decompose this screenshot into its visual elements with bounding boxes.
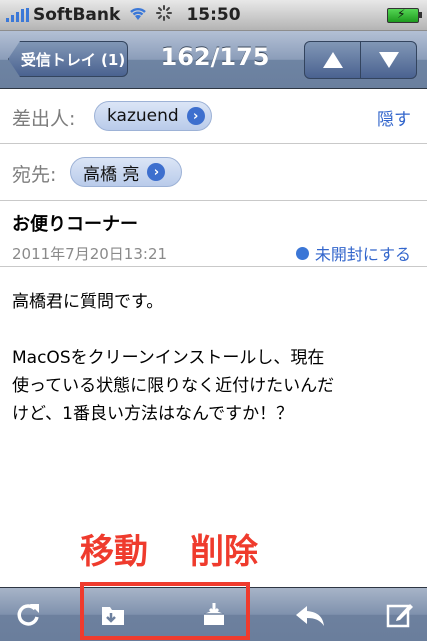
next-message-button[interactable] <box>361 41 417 79</box>
refresh-icon <box>17 604 39 626</box>
compose-button[interactable] <box>382 598 418 632</box>
down-arrow-icon <box>378 52 399 68</box>
wifi-icon <box>128 5 148 26</box>
inbox-back-button[interactable]: 受信トレイ (1) <box>8 41 128 77</box>
recipient-name: 高橋 亮 <box>83 164 140 185</box>
message-body: 高橋君に質問です。 MacOSをクリーンインストールし、現在 使っている状態に限… <box>12 292 335 424</box>
message-position: 162/175 <box>160 43 270 71</box>
from-row: 差出人: kazuend › 隠す <box>0 89 427 144</box>
reply-icon <box>296 606 324 626</box>
activity-spinner-icon <box>156 4 173 26</box>
signal-icon <box>6 8 29 22</box>
reply-button[interactable] <box>292 598 328 632</box>
compose-icon <box>386 604 413 628</box>
annotation-delete: 削除 <box>190 532 258 572</box>
to-row: 宛先: 高橋 亮 › <box>0 144 427 201</box>
previous-message-button[interactable] <box>304 41 361 79</box>
chevron-right-icon: › <box>147 163 166 181</box>
annotation-move: 移動 <box>80 532 148 572</box>
annotation-highlight-box <box>80 582 250 640</box>
sender-name: kazuend <box>107 106 179 126</box>
message-date: 2011年7月20日13:21 <box>12 245 168 263</box>
hide-details-link[interactable]: 隠す <box>377 105 411 130</box>
prev-next-segment <box>304 41 417 79</box>
mark-unread-button[interactable]: 未開封にする <box>295 241 411 265</box>
navigation-bar: 受信トレイ (1) 162/175 <box>0 31 427 89</box>
from-label: 差出人: <box>12 108 76 130</box>
divider <box>0 266 427 267</box>
unread-dot-icon <box>295 246 309 260</box>
mark-unread-label: 未開封にする <box>314 245 411 264</box>
message-subject: お便りコーナー <box>12 214 138 235</box>
chevron-right-icon: › <box>186 107 205 125</box>
up-arrow-icon <box>322 52 343 68</box>
battery-icon: ⚡ <box>387 7 422 23</box>
carrier-name: SoftBank <box>33 5 121 25</box>
recipient-chip[interactable]: 高橋 亮 › <box>70 157 182 187</box>
sender-chip[interactable]: kazuend › <box>94 101 212 131</box>
status-bar: SoftBank 15:50 ⚡ <box>0 0 427 31</box>
to-label: 宛先: <box>12 164 57 186</box>
refresh-button[interactable] <box>10 598 46 632</box>
